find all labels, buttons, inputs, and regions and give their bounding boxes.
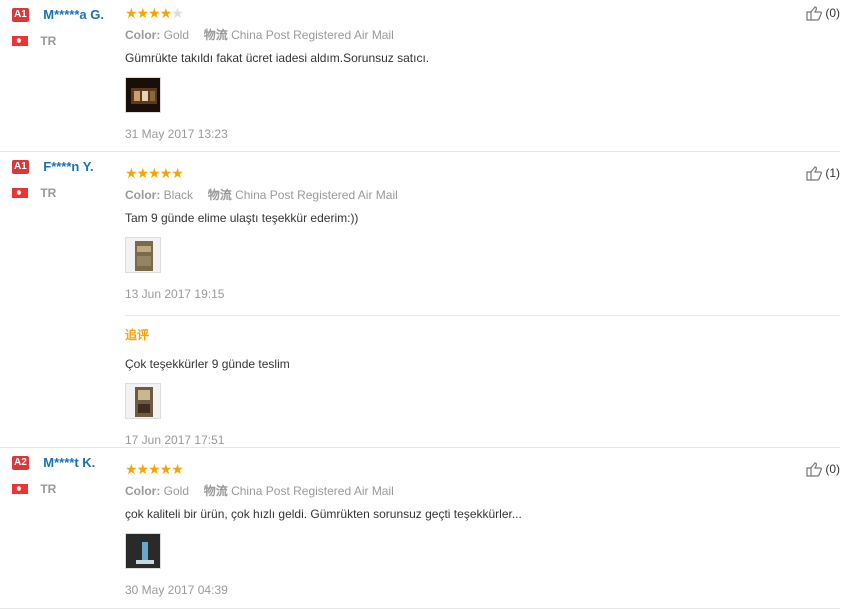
shipping-value: China Post Registered Air Mail: [235, 188, 398, 202]
package-photo-icon: [126, 238, 160, 272]
rating-stars: ★★★★★: [125, 165, 184, 181]
thumbs-up-icon: [806, 166, 823, 181]
color-label: Color:: [125, 188, 161, 202]
review-text: Gümrükte takıldı fakat ücret iadesi aldı…: [125, 51, 430, 65]
review-item: A1 M*****a G. TR ★★★★★ Color: Gold 物流 Ch…: [0, 0, 840, 152]
product-photo-icon: [126, 384, 160, 418]
review-meta: Color: Gold 物流 China Post Registered Air…: [125, 482, 840, 499]
review-photo[interactable]: [125, 237, 161, 273]
color-value: Black: [163, 188, 194, 202]
color-label: Color:: [125, 28, 161, 42]
reviewer-info: A2 M****t K. TR: [12, 454, 122, 496]
review-date: 31 May 2017 13:23: [125, 127, 228, 141]
followup-text: Çok teşekkürler 9 günde teslim: [125, 357, 290, 371]
reviewer-country: TR: [40, 33, 57, 48]
reviewer-name: M****t K.: [43, 455, 96, 471]
helpful-count: (0): [825, 462, 840, 476]
reviewer-level-badge: A1: [12, 7, 29, 22]
reviewer-name: F****n Y.: [43, 159, 94, 175]
color-label: Color:: [125, 484, 161, 498]
blue-light-photo-icon: [126, 534, 160, 568]
shipping-label: 物流: [207, 188, 232, 202]
review-photo[interactable]: [125, 533, 161, 569]
followup-review: 追评 Çok teşekkürler 9 günde teslim 17 Jun…: [125, 315, 840, 461]
followup-label: 追评: [125, 328, 150, 342]
helpful-button[interactable]: (1): [806, 166, 840, 181]
helpful-button[interactable]: (0): [806, 462, 840, 477]
reviewer-name: M*****a G.: [43, 7, 104, 23]
review-photo[interactable]: [125, 77, 161, 113]
rating-stars: ★★★★★: [125, 461, 184, 477]
helpful-count: (1): [825, 166, 840, 180]
shipping-value: China Post Registered Air Mail: [231, 28, 394, 42]
review-date: 30 May 2017 04:39: [125, 583, 228, 597]
reviewer-level-badge: A2: [12, 455, 29, 470]
reviewer-country: TR: [40, 185, 57, 200]
helpful-button[interactable]: (0): [806, 6, 840, 21]
review-meta: Color: Black 物流 China Post Registered Ai…: [125, 186, 840, 203]
review-text: Tam 9 günde elime ulaştı teşekkür ederim…: [125, 211, 359, 225]
reviewer-level-badge: A1: [12, 159, 29, 174]
color-value: Gold: [163, 28, 190, 42]
dark-interior-photo-icon: [126, 78, 160, 112]
shipping-value: China Post Registered Air Mail: [231, 484, 394, 498]
review-date: 13 Jun 2017 19:15: [125, 287, 225, 301]
turkey-flag-icon: [12, 187, 28, 198]
turkey-flag-icon: [12, 483, 28, 494]
review-meta: Color: Gold 物流 China Post Registered Air…: [125, 26, 840, 43]
turkey-flag-icon: [12, 35, 28, 46]
reviewer-country: TR: [40, 481, 57, 496]
review-item: A2 M****t K. TR ★★★★★ Color: Gold 物流 Chi…: [0, 448, 840, 609]
followup-photo[interactable]: [125, 383, 161, 419]
shipping-label: 物流: [203, 28, 228, 42]
reviewer-info: A1 F****n Y. TR: [12, 158, 122, 200]
thumbs-up-icon: [806, 462, 823, 477]
thumbs-up-icon: [806, 6, 823, 21]
rating-stars: ★★★★★: [125, 5, 184, 21]
review-item: A1 F****n Y. TR ★★★★★ Color: Black 物流 Ch…: [0, 152, 840, 448]
reviewer-info: A1 M*****a G. TR: [12, 6, 122, 48]
color-value: Gold: [163, 484, 190, 498]
shipping-label: 物流: [203, 484, 228, 498]
helpful-count: (0): [825, 6, 840, 20]
review-text: çok kaliteli bir ürün, çok hızlı geldi. …: [125, 507, 522, 521]
